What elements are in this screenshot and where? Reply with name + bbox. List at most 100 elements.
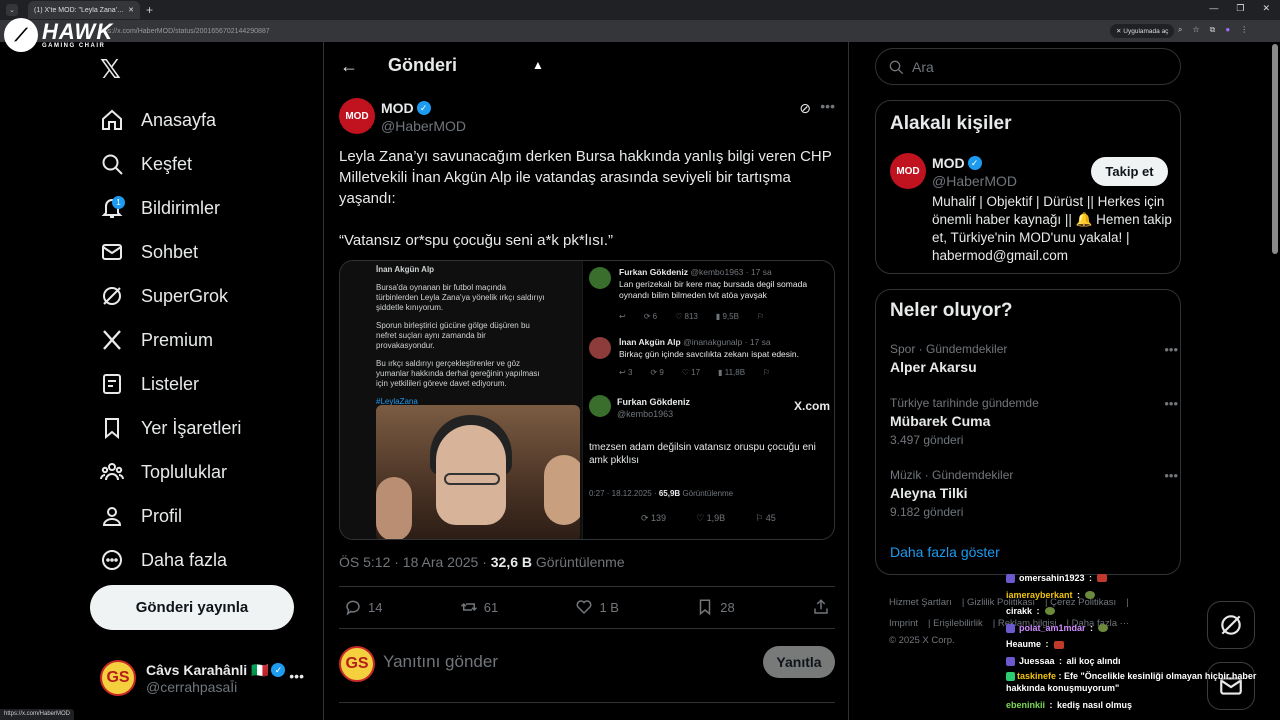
chat-emote-icon xyxy=(1044,607,1055,616)
page-scrollbar[interactable] xyxy=(1272,44,1278,254)
trend-title: Aleyna Tilki xyxy=(890,485,968,501)
post-time[interactable]: ÖS 5:12 · 18 Ara 2025 · xyxy=(339,554,487,570)
chat-user: polat_am1mdar xyxy=(1019,622,1086,633)
menu-icon[interactable]: ⋮ xyxy=(1240,25,1248,35)
show-more-link[interactable]: Daha fazla göster xyxy=(890,544,1000,560)
more-icon[interactable]: ••• xyxy=(1164,468,1178,483)
chat-user: ebeninkii xyxy=(1006,699,1046,710)
divider xyxy=(339,586,835,587)
account-switcher[interactable]: GS Câvs Karahânli 🇮🇹 ✓ @cerrahpasaĪi ••• xyxy=(100,660,310,696)
search-box[interactable] xyxy=(875,48,1181,85)
x-logo-icon[interactable]: 𝕏 xyxy=(100,54,121,85)
maximize-icon[interactable]: ❐ xyxy=(1236,3,1244,14)
more-icon[interactable]: ••• xyxy=(289,668,304,684)
reply-input[interactable]: Yanıtını gönder xyxy=(383,652,498,672)
trend-item[interactable]: Müzik · Gündemdekiler Aleyna Tilki 9.182… xyxy=(890,468,1178,519)
more-icon[interactable]: ••• xyxy=(1164,342,1178,357)
more-circle-icon xyxy=(102,550,122,570)
sidebar-item-chat[interactable]: Sohbet xyxy=(100,230,241,274)
trend-item[interactable]: Türkiye tarihinde gündemde Mübarek Cuma … xyxy=(890,396,1178,447)
grok-icon xyxy=(103,287,121,305)
sidebar-item-lists[interactable]: Listeler xyxy=(100,362,241,406)
footer-link[interactable]: Erişilebilirlik xyxy=(933,618,983,629)
share-button[interactable] xyxy=(812,598,830,616)
tab-close-icon[interactable]: ✕ xyxy=(128,6,134,14)
reply-stat-bookmark: ⚐ xyxy=(763,368,771,377)
grok-icon[interactable]: ⊘ xyxy=(799,100,811,117)
chat-badge-icon xyxy=(1006,656,1015,666)
home-icon xyxy=(102,109,122,130)
chat-emote-icon xyxy=(1085,590,1096,599)
media-left-header: İnan Akgün Alp xyxy=(376,265,435,274)
hawk-logo-overlay: ⟋ HAWK GAMING CHAIR xyxy=(4,18,113,52)
chat-badge-icon xyxy=(1006,671,1015,681)
notification-badge: 1 xyxy=(112,195,125,209)
sidebar-item-more[interactable]: Daha fazla xyxy=(100,538,241,582)
trend-title: Mübarek Cuma xyxy=(890,413,991,429)
chat-message: taskinefe : Efe "Öncelikle kesinliği olm… xyxy=(1006,670,1257,693)
chat-user: Juessaa xyxy=(1019,655,1055,666)
sidebar-item-communities[interactable]: Topluluklar xyxy=(100,450,241,494)
more-icon[interactable]: ••• xyxy=(820,98,835,114)
divider xyxy=(339,628,835,629)
sidebar-item-bookmarks[interactable]: Yer İşaretleri xyxy=(100,406,241,450)
url-field[interactable]: ttps://x.com/HaberMOD/status/20016567021… xyxy=(100,28,270,35)
footer-link[interactable]: Imprint xyxy=(889,618,918,629)
repost-button[interactable]: 61 xyxy=(460,598,498,616)
close-window-icon[interactable]: ✕ xyxy=(1262,3,1270,14)
reply-text: Birkaç gün içinde savcılıkta zekanı ispa… xyxy=(619,349,800,359)
profile-icon[interactable]: ● xyxy=(1225,25,1230,35)
sidebar-item-label: Yer İşaretleri xyxy=(141,417,242,438)
sidebar-item-home[interactable]: Anasayfa xyxy=(100,98,241,142)
bookmark-button[interactable]: 28 xyxy=(696,598,735,616)
address-bar: ttps://x.com/HaberMOD/status/20016567021… xyxy=(0,20,1280,42)
related-handle[interactable]: @HaberMOD xyxy=(932,173,1017,189)
post-button[interactable]: Gönderi yayınla xyxy=(90,585,294,630)
sidebar-item-label: Anasayfa xyxy=(141,109,217,130)
heart-icon xyxy=(577,600,592,615)
mail-icon xyxy=(102,244,122,260)
reply-stat-views: ▮ 11,8B xyxy=(718,368,746,377)
sidebar-item-supergrok[interactable]: SuperGrok xyxy=(100,274,241,318)
zoom-icon[interactable]: ⌕ xyxy=(1178,25,1182,35)
star-icon[interactable]: ☆ xyxy=(1192,25,1199,35)
tab-list-chevron-icon[interactable]: ⌄ xyxy=(6,4,18,16)
sidebar-item-explore[interactable]: Keşfet xyxy=(100,142,241,186)
chat-emote-icon xyxy=(1053,640,1064,649)
post-media-image[interactable]: İnan Akgün Alp Bursa'da oynanan bir futb… xyxy=(339,260,835,540)
author-handle[interactable]: @HaberMOD xyxy=(381,118,466,134)
footer-link[interactable]: Hizmet Şartları xyxy=(889,597,952,608)
follow-button[interactable]: Takip et xyxy=(1091,157,1168,186)
new-tab-icon[interactable]: + xyxy=(146,3,153,17)
like-button[interactable]: 1 B xyxy=(575,598,619,616)
sidebar-item-notifications[interactable]: 1 Bildirimler xyxy=(100,186,241,230)
reply-button[interactable]: 14 xyxy=(344,598,382,616)
related-name[interactable]: MOD xyxy=(932,155,965,171)
back-arrow-icon[interactable]: ← xyxy=(340,56,358,77)
share-icon xyxy=(814,599,828,614)
media-left-text: Bu ırkçı saldırıyı gerçekleştirenler ve … xyxy=(376,359,540,388)
minimize-icon[interactable]: — xyxy=(1209,3,1218,14)
browser-tab[interactable]: (1) X'te MOD: "Leyla Zana'yı sa ✕ xyxy=(28,1,140,19)
chat-message: iamerayberkant : xyxy=(1006,587,1276,604)
media-photo xyxy=(376,405,580,539)
post-actions: 14 61 1 B 28 xyxy=(344,598,830,616)
reply-stat-reply: ↩ 3 xyxy=(619,368,633,377)
trend-item[interactable]: Spor · Gündemdekiler Alper Akarsu ••• xyxy=(890,342,1178,375)
sidebar-item-label: Profil xyxy=(141,505,183,526)
repost-count: 61 xyxy=(483,599,499,615)
more-icon[interactable]: ••• xyxy=(1164,396,1178,411)
sidebar-item-profile[interactable]: Profil xyxy=(100,494,241,538)
sidebar-item-premium[interactable]: Premium xyxy=(100,318,241,362)
reply-submit-button[interactable]: Yanıtla xyxy=(763,646,835,678)
open-in-app-button[interactable]: ✕ Uygulamada aç xyxy=(1110,24,1175,38)
sidebar-item-label: Listeler xyxy=(141,373,200,394)
quote-stat-like: ♡ 1,9B xyxy=(696,513,726,523)
author-name[interactable]: MOD xyxy=(381,100,414,116)
extensions-icon[interactable]: ⧉ xyxy=(1210,25,1216,35)
search-input[interactable] xyxy=(912,58,1162,75)
avatar[interactable]: MOD xyxy=(339,98,375,134)
post-paragraph: Leyla Zana’yı savunacağım derken Bursa h… xyxy=(339,148,832,207)
avatar[interactable]: MOD xyxy=(890,153,926,189)
trend-title: Alper Akarsu xyxy=(890,359,977,375)
